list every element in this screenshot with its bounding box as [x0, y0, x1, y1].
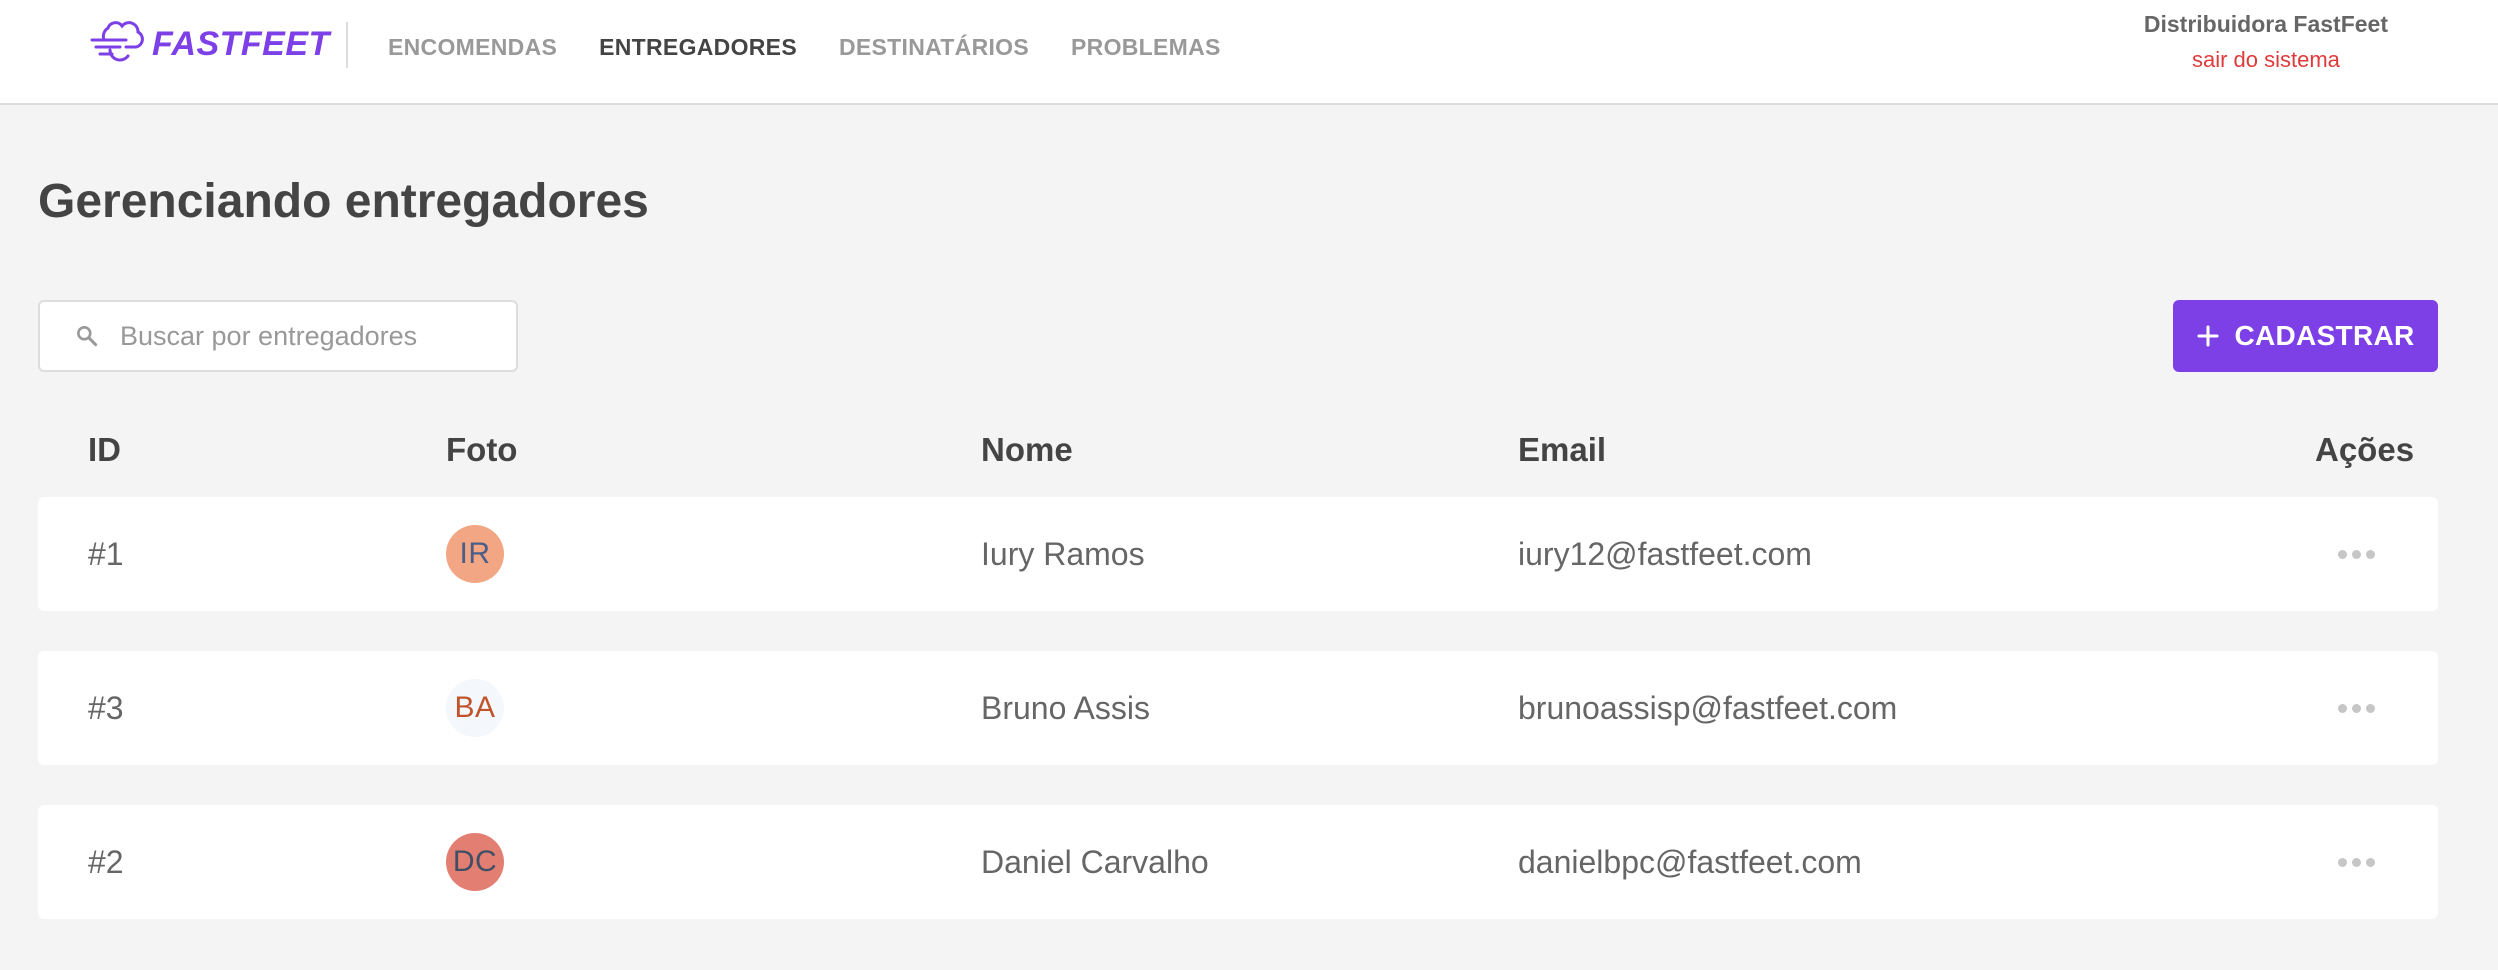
row-photo: DC [446, 805, 504, 919]
logout-link[interactable]: sair do sistema [2144, 44, 2388, 76]
dot [2365, 857, 2375, 867]
row-name: Iury Ramos [981, 535, 1145, 572]
nav-item-encomendas[interactable]: ENCOMENDAS [388, 30, 557, 64]
user-menu: Distribuidora FastFeet sair do sistema [2144, 8, 2388, 76]
dot [2337, 857, 2347, 867]
nav-item-destinatarios[interactable]: DESTINATÁRIOS [839, 30, 1029, 64]
search-box[interactable] [38, 300, 518, 372]
row-email: brunoassisp@fastfeet.com [1518, 689, 1898, 726]
row-id: #3 [88, 689, 124, 726]
more-horizontal-icon[interactable] [2326, 534, 2386, 574]
more-horizontal-icon[interactable] [2326, 688, 2386, 728]
avatar-initials: BA [454, 691, 496, 724]
top-header: FASTFEET ENCOMENDAS ENTREGADORES DESTINA… [0, 0, 2498, 105]
table-row: #2 DC Daniel Carvalho danielbpc@fastfeet… [38, 805, 2438, 919]
dot [2365, 703, 2375, 713]
dot [2351, 703, 2361, 713]
row-name: Daniel Carvalho [981, 843, 1209, 880]
column-header-name: Nome [981, 431, 1073, 468]
dot [2351, 549, 2361, 559]
table-row: #3 BA Bruno Assis brunoassisp@fastfeet.c… [38, 651, 2438, 765]
table-row: #1 IR Iury Ramos iury12@fastfeet.com [38, 497, 2438, 611]
search-input[interactable] [118, 319, 498, 353]
fast-delivery-logo-icon [90, 21, 144, 62]
brand-logo[interactable]: FASTFEET [86, 20, 330, 68]
dot [2365, 549, 2375, 559]
more-horizontal-icon[interactable] [2326, 842, 2386, 882]
plus-icon [2197, 325, 2219, 347]
row-id: #2 [88, 843, 124, 880]
column-header-id: ID [88, 431, 121, 468]
avatar: BA [446, 679, 504, 737]
column-header-actions: Ações [2315, 431, 2415, 468]
row-photo: BA [446, 651, 504, 765]
brand-name: FASTFEET [152, 24, 330, 63]
column-header-email: Email [1518, 431, 1607, 468]
add-deliveryman-button[interactable]: CADASTRAR [2173, 300, 2438, 372]
avatar: DC [446, 833, 504, 891]
avatar-initials: DC [452, 845, 498, 878]
column-header-photo: Foto [446, 431, 518, 468]
row-email: iury12@fastfeet.com [1518, 535, 1812, 572]
row-id: #1 [88, 535, 124, 572]
nav-item-problemas[interactable]: PROBLEMAS [1071, 30, 1221, 64]
dot [2337, 703, 2347, 713]
add-button-label: CADASTRAR [2234, 320, 2415, 351]
company-name: Distribuidora FastFeet [2143, 11, 2388, 37]
avatar: IR [446, 525, 504, 583]
header-divider [346, 22, 348, 68]
row-name: Bruno Assis [981, 689, 1150, 726]
page-title: Gerenciando entregadores [38, 175, 649, 228]
main-nav: ENCOMENDAS ENTREGADORES DESTINATÁRIOS PR… [388, 30, 1221, 64]
search-icon [77, 326, 98, 347]
avatar-initials: IR [459, 537, 491, 570]
dot [2351, 857, 2361, 867]
row-email: danielbpc@fastfeet.com [1518, 843, 1862, 880]
nav-item-entregadores[interactable]: ENTREGADORES [599, 30, 797, 64]
dot [2337, 549, 2347, 559]
row-photo: IR [446, 497, 504, 611]
table-header: ID Foto Nome Email Ações [38, 420, 2438, 480]
